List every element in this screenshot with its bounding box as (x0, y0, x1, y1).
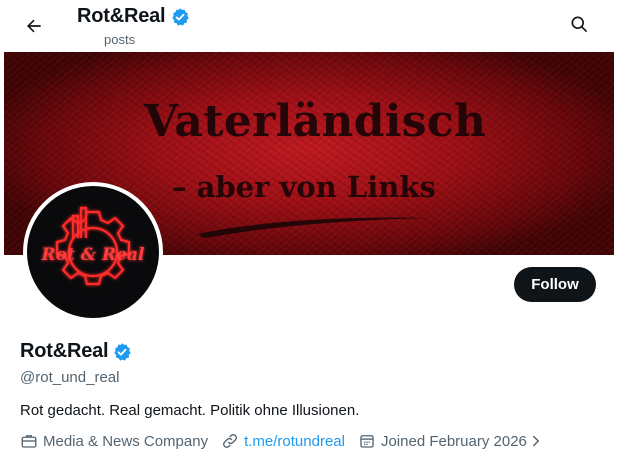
arrow-left-icon (27, 19, 41, 33)
profile-header: Rot&Real posts (4, 0, 614, 52)
profile-bio: Rot gedacht. Real gemacht. Politik ohne … (20, 402, 360, 419)
chevron-right-icon (532, 435, 539, 447)
header-title: Rot&Real (77, 5, 166, 27)
meta-category: Media & News Company (20, 432, 208, 450)
back-button[interactable] (18, 10, 50, 42)
profile-page: Rot&Real posts Vaterländisch – aber von … (4, 0, 614, 461)
profile-name: Rot&Real (20, 340, 109, 362)
profile-meta-row: Media & News Company t.me/rotundreal Joi… (20, 432, 543, 450)
verified-badge-icon (172, 7, 190, 26)
profile-handle: @rot_und_real (20, 369, 120, 386)
follow-button[interactable]: Follow (514, 267, 596, 302)
avatar[interactable]: Rot & Real (23, 182, 163, 322)
avatar-image: Rot & Real (27, 186, 159, 318)
website-link[interactable]: t.me/rotundreal (244, 433, 345, 450)
profile-name-row: Rot&Real (20, 340, 132, 363)
meta-joined: Joined February 2026 (358, 432, 527, 450)
header-title-row: Rot&Real (77, 5, 190, 28)
verified-badge-icon[interactable] (112, 342, 132, 362)
search-button[interactable] (564, 9, 594, 39)
calendar-icon (360, 435, 374, 448)
rot-und-real-logo: Rot & Real (41, 206, 145, 286)
joined-date: Joined February 2026 (380, 432, 527, 450)
search-icon (571, 16, 587, 32)
meta-link: t.me/rotundreal (221, 432, 345, 450)
banner-headline: Vaterländisch (144, 96, 487, 147)
meta-more-button[interactable] (529, 432, 543, 450)
meta-category-label: Media & News Company (43, 432, 209, 450)
header-subtitle: posts (104, 32, 136, 47)
svg-text:Rot & Real: Rot & Real (41, 245, 145, 265)
banner-subheadline: – aber von Links (172, 170, 436, 204)
link-icon (223, 434, 238, 448)
briefcase-icon (21, 435, 37, 448)
banner-swoosh (198, 217, 430, 238)
